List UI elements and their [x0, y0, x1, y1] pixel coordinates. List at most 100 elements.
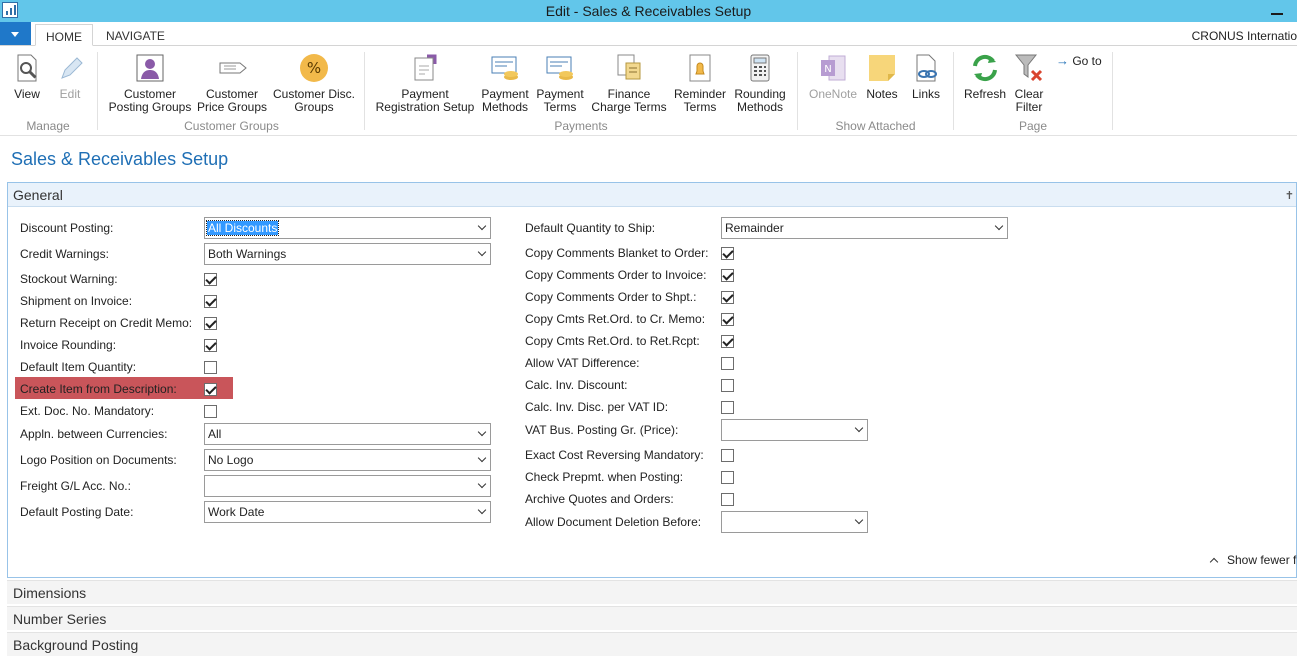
payment-registration-setup-button[interactable]: Payment Registration Setup [374, 52, 476, 114]
payment-methods-button[interactable]: Payment Methods [479, 52, 531, 114]
link-icon [910, 52, 942, 84]
group-label-customer-groups: Customer Groups [184, 119, 279, 133]
invoice-rounding-checkbox[interactable] [204, 339, 217, 352]
payment-registration-icon [409, 52, 441, 84]
default-posting-date-label: Default Posting Date: [20, 505, 134, 519]
archive-quotes-and-orders-label: Archive Quotes and Orders: [525, 492, 674, 506]
fasttab-dimensions[interactable]: Dimensions [7, 580, 1297, 604]
create-item-from-description-checkbox[interactable] [204, 383, 217, 396]
svg-text:N: N [824, 64, 831, 75]
stockout-warning-checkbox[interactable] [204, 273, 217, 286]
customer-price-groups-button[interactable]: Customer Price Groups [196, 52, 268, 114]
allow-vat-difference-label: Allow VAT Difference: [525, 356, 640, 370]
onenote-button[interactable]: N OneNote [806, 52, 860, 101]
copy-cmts-ret-ord-to-cr-memo-checkbox[interactable] [721, 313, 734, 326]
onenote-icon: N [817, 52, 849, 84]
minimize-button[interactable] [1270, 4, 1284, 17]
default-quantity-to-ship-value: Remainder [725, 221, 784, 235]
ext-doc-no-mandatory-label: Ext. Doc. No. Mandatory: [20, 404, 155, 418]
copy-comments-blanket-to-order-checkbox[interactable] [721, 247, 734, 260]
payment-terms-button[interactable]: Payment Terms [535, 52, 585, 114]
links-button[interactable]: Links [908, 52, 944, 101]
clear-filter-icon [1013, 52, 1045, 84]
payment-methods-icon [489, 52, 521, 84]
page-title: Sales & Receivables Setup [11, 149, 229, 169]
title-bar: Edit - Sales & Receivables Setup [0, 0, 1297, 22]
default-quantity-to-ship-label: Default Quantity to Ship: [525, 221, 656, 235]
rounding-methods-button[interactable]: Rounding Methods [731, 52, 789, 114]
chevron-down-icon [855, 517, 864, 526]
customer-posting-groups-button[interactable]: Customer Posting Groups [106, 52, 194, 114]
freight-gl-acc-select[interactable] [204, 475, 491, 497]
fasttab-background-posting[interactable]: Background Posting [7, 632, 1297, 656]
ext-doc-no-mandatory-checkbox[interactable] [204, 405, 217, 418]
copy-comments-order-to-invoice-checkbox[interactable] [721, 269, 734, 282]
check-prepmt-when-posting-checkbox[interactable] [721, 471, 734, 484]
vat-bus-posting-gr-price-select[interactable] [721, 419, 868, 441]
clear-filter-button[interactable]: Clear Filter [1011, 52, 1047, 114]
fasttab-number-series-title: Number Series [13, 611, 107, 627]
chevron-down-icon [855, 425, 864, 434]
app-menu-button[interactable] [0, 22, 31, 45]
appln-between-currencies-select[interactable]: All [204, 423, 491, 445]
copy-comments-order-to-shpt-checkbox[interactable] [721, 291, 734, 304]
refresh-icon [969, 52, 1001, 84]
fasttab-background-posting-title: Background Posting [13, 637, 139, 653]
percent-icon: % [298, 52, 330, 84]
allow-document-deletion-before-label: Allow Document Deletion Before: [525, 515, 702, 529]
copy-cmts-ret-ord-to-ret-rcpt-label: Copy Cmts Ret.Ord. to Ret.Rcpt: [525, 334, 700, 348]
exact-cost-reversing-mandatory-checkbox[interactable] [721, 449, 734, 462]
goto-button[interactable]: → Go to [1056, 54, 1104, 68]
note-icon [866, 52, 898, 84]
general-fasttab-header[interactable]: General [8, 183, 1296, 207]
chevron-down-icon [478, 249, 487, 258]
reminder-terms-button[interactable]: Reminder Terms [672, 52, 728, 114]
appln-between-currencies-label: Appln. between Currencies: [20, 427, 168, 441]
fasttab-number-series[interactable]: Number Series [7, 606, 1297, 630]
customer-disc-groups-button[interactable]: % Customer Disc. Groups [271, 52, 357, 114]
allow-vat-difference-checkbox[interactable] [721, 357, 734, 370]
shipment-on-invoice-checkbox[interactable] [204, 295, 217, 308]
svg-text:%: % [307, 59, 321, 77]
vat-bus-posting-gr-price-label: VAT Bus. Posting Gr. (Price): [525, 423, 679, 437]
logo-position-label: Logo Position on Documents: [20, 453, 177, 467]
finance-charge-terms-button[interactable]: Finance Charge Terms [589, 52, 669, 114]
archive-quotes-and-orders-checkbox[interactable] [721, 493, 734, 506]
company-name: CRONUS Internatio [1191, 29, 1297, 43]
calc-inv-disc-per-vat-id-checkbox[interactable] [721, 401, 734, 414]
view-button[interactable]: View [8, 52, 46, 101]
tab-navigate[interactable]: NAVIGATE [96, 24, 175, 46]
create-item-from-description-label: Create Item from Description: [20, 382, 177, 396]
default-posting-date-select[interactable]: Work Date [204, 501, 491, 523]
discount-posting-select[interactable]: All Discounts [204, 217, 491, 239]
window-title: Edit - Sales & Receivables Setup [545, 3, 752, 19]
general-fasttab-title: General [13, 187, 63, 203]
edit-button[interactable]: Edit [52, 52, 88, 101]
invoice-rounding-label: Invoice Rounding: [20, 338, 117, 352]
default-quantity-to-ship-select[interactable]: Remainder [721, 217, 1008, 239]
return-receipt-on-credit-memo-label: Return Receipt on Credit Memo: [20, 316, 193, 330]
return-receipt-on-credit-memo-checkbox[interactable] [204, 317, 217, 330]
show-fewer-fields-link[interactable]: Show fewer f [1210, 553, 1296, 567]
logo-position-select[interactable]: No Logo [204, 449, 491, 471]
chevron-down-icon [478, 481, 487, 490]
collapse-icon[interactable]: ✝ [1285, 189, 1294, 202]
price-tag-icon [216, 52, 248, 84]
notes-button[interactable]: Notes [864, 52, 900, 101]
credit-warnings-select[interactable]: Both Warnings [204, 243, 491, 265]
edit-pencil-icon [54, 52, 86, 84]
payment-terms-icon [544, 52, 576, 84]
group-label-page: Page [1018, 119, 1048, 133]
exact-cost-reversing-mandatory-label: Exact Cost Reversing Mandatory: [525, 448, 704, 462]
credit-warnings-value: Both Warnings [208, 247, 287, 261]
allow-document-deletion-before-select[interactable] [721, 511, 868, 533]
copy-cmts-ret-ord-to-ret-rcpt-checkbox[interactable] [721, 335, 734, 348]
shipment-on-invoice-label: Shipment on Invoice: [20, 294, 133, 308]
calc-inv-discount-checkbox[interactable] [721, 379, 734, 392]
default-item-quantity-checkbox[interactable] [204, 361, 217, 374]
refresh-button[interactable]: Refresh [962, 52, 1008, 101]
copy-comments-blanket-to-order-label: Copy Comments Blanket to Order: [525, 246, 709, 260]
tab-home[interactable]: HOME [35, 24, 93, 46]
logo-position-value: No Logo [208, 453, 254, 467]
calc-inv-disc-per-vat-id-label: Calc. Inv. Disc. per VAT ID: [525, 400, 669, 414]
